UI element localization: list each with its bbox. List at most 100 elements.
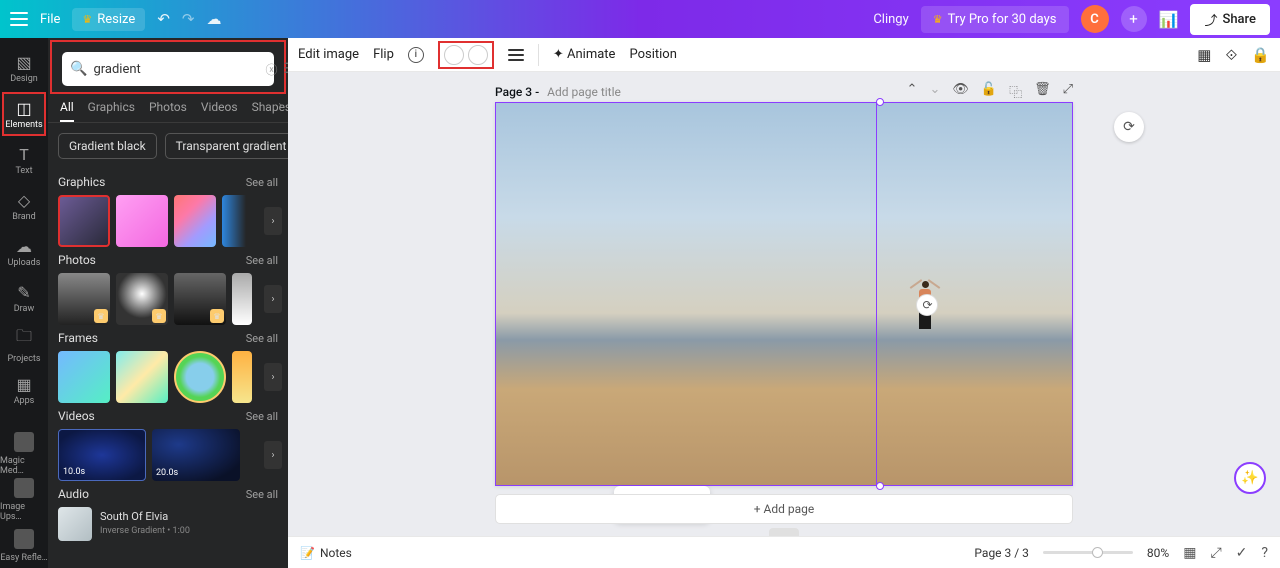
cloud-sync-icon[interactable]: ☁ xyxy=(206,10,221,28)
see-all-videos[interactable]: See all xyxy=(246,410,278,423)
delete-page-icon[interactable]: 🗑 xyxy=(1034,82,1051,101)
tab-graphics[interactable]: Graphics xyxy=(88,100,135,122)
rail-magic-media[interactable]: Magic Med… xyxy=(0,432,48,476)
undo-icon[interactable]: ↶ xyxy=(157,10,170,28)
zoom-slider[interactable] xyxy=(1043,551,1133,554)
avatar[interactable]: C xyxy=(1081,5,1109,33)
photo-thumb-4[interactable] xyxy=(232,273,252,325)
photos-next-icon[interactable]: › xyxy=(264,285,282,313)
canvas-page[interactable]: ⟳ xyxy=(495,102,1073,486)
frames-next-icon[interactable]: › xyxy=(264,363,282,391)
fullscreen-icon[interactable]: ⤢ xyxy=(1210,545,1221,561)
color-swatch-1[interactable] xyxy=(444,45,464,65)
chip-gradient-black[interactable]: Gradient black xyxy=(58,133,157,159)
frame-thumb-3[interactable] xyxy=(174,351,226,403)
see-all-frames[interactable]: See all xyxy=(246,332,278,345)
grid-view-icon[interactable]: ▦ xyxy=(1183,545,1196,561)
insights-icon[interactable]: 📊 xyxy=(1159,10,1179,29)
color-swatch-2[interactable] xyxy=(468,45,488,65)
lock-icon[interactable]: 🔒 xyxy=(1251,46,1270,64)
page-up-icon[interactable]: ⌃ xyxy=(907,82,918,101)
resize-button[interactable]: ♛Resize xyxy=(72,8,145,31)
list-icon[interactable] xyxy=(508,49,524,61)
frame-thumb-2[interactable] xyxy=(116,351,168,403)
crown-icon: ♛ xyxy=(933,13,943,26)
audio-item[interactable]: South Of Elvia Inverse Gradient • 1:00 xyxy=(58,507,278,541)
reflect-thumb-icon xyxy=(14,529,34,549)
search-input[interactable] xyxy=(93,62,259,77)
notes-button[interactable]: 📝Notes xyxy=(300,546,352,560)
see-all-audio[interactable]: See all xyxy=(246,488,278,501)
tab-photos[interactable]: Photos xyxy=(149,100,187,122)
rail-image-upscaler[interactable]: Image Ups… xyxy=(0,478,48,522)
share-button[interactable]: ⤴Share xyxy=(1190,4,1270,35)
see-all-photos[interactable]: See all xyxy=(246,254,278,267)
see-all-graphics[interactable]: See all xyxy=(246,176,278,189)
section-frames-label: Frames xyxy=(58,331,98,345)
zoom-thumb[interactable] xyxy=(1092,547,1103,558)
hide-icon[interactable]: 👁 xyxy=(952,82,969,101)
resize-handle[interactable] xyxy=(876,98,884,106)
photo-thumb-1[interactable]: ♛ xyxy=(58,273,110,325)
tab-shapes[interactable]: Shapes xyxy=(252,100,292,122)
page-drawer-handle[interactable] xyxy=(769,528,799,536)
add-page-button[interactable]: + Add page xyxy=(495,494,1073,524)
zoom-value[interactable]: 80% xyxy=(1147,546,1169,560)
rail-easy-reflections[interactable]: Easy Refle… xyxy=(0,524,48,568)
rail-apps[interactable]: ▦Apps xyxy=(0,368,48,412)
videos-next-icon[interactable]: › xyxy=(264,441,282,469)
rail-projects[interactable]: 🗀Projects xyxy=(0,322,48,366)
transparency-grid-icon[interactable]: ▦ xyxy=(1197,46,1211,64)
checkmark-icon[interactable]: ✓ xyxy=(1236,545,1248,561)
resize-handle[interactable] xyxy=(876,482,884,490)
expand-page-icon[interactable]: ⤢ xyxy=(1063,82,1073,101)
selected-image[interactable]: ⟳ xyxy=(495,102,1073,486)
graphic-thumb-3[interactable] xyxy=(174,195,216,247)
help-icon[interactable]: ? xyxy=(1261,545,1268,561)
page-down-icon[interactable]: ⌄ xyxy=(929,82,940,101)
rail-brand[interactable]: ◇Brand xyxy=(0,184,48,228)
context-toolbar: Edit image Flip i ✦ Animate Position ▦ ⟐… xyxy=(288,38,1280,72)
info-icon[interactable]: i xyxy=(408,47,424,63)
redo-icon[interactable]: ↷ xyxy=(182,10,195,28)
clear-icon[interactable]: ⓧ xyxy=(265,61,277,78)
video-thumb-1[interactable]: 10.0s xyxy=(58,429,146,481)
animate-button[interactable]: ✦ Animate xyxy=(553,47,616,62)
crown-icon: ♛ xyxy=(82,13,92,26)
flip-button[interactable]: Flip xyxy=(373,47,394,62)
chip-transparent-gradient[interactable]: Transparent gradient xyxy=(165,133,298,159)
duplicate-page-icon[interactable]: ⿻ xyxy=(1009,82,1022,101)
ai-assistant-button[interactable]: ✨ xyxy=(1234,462,1266,494)
video-thumb-2[interactable]: 20.0s xyxy=(152,429,240,481)
refresh-button[interactable]: ⟳ xyxy=(1114,112,1144,142)
graphic-thumb-1[interactable] xyxy=(58,195,110,247)
tab-all[interactable]: All xyxy=(60,100,74,122)
rail-text[interactable]: TText xyxy=(0,138,48,182)
grid-icon: ▦ xyxy=(16,375,31,394)
graphics-next-icon[interactable]: › xyxy=(264,207,282,235)
page-title-input[interactable]: Add page title xyxy=(547,85,621,99)
rail-elements[interactable]: ◫Elements xyxy=(2,92,46,136)
graphic-thumb-2[interactable] xyxy=(116,195,168,247)
tabs-next-icon[interactable]: › xyxy=(278,98,282,118)
results-scroll[interactable]: GraphicsSee all › PhotosSee all ♛ ♛ ♛ › … xyxy=(48,169,288,568)
rail-draw[interactable]: ✎Draw xyxy=(0,276,48,320)
frame-thumb-1[interactable] xyxy=(58,351,110,403)
try-pro-button[interactable]: ♛Try Pro for 30 days xyxy=(921,6,1069,33)
graphic-thumb-4[interactable] xyxy=(222,195,252,247)
page-indicator[interactable]: Page 3 / 3 xyxy=(974,546,1029,560)
position-button[interactable]: Position xyxy=(629,47,676,62)
rail-uploads[interactable]: ☁Uploads xyxy=(0,230,48,274)
edit-image-button[interactable]: Edit image xyxy=(298,47,359,62)
menu-icon[interactable] xyxy=(10,12,28,26)
photo-thumb-3[interactable]: ♛ xyxy=(174,273,226,325)
document-title[interactable]: Clingy xyxy=(873,12,908,27)
rail-design[interactable]: ▧Design xyxy=(0,46,48,90)
file-menu[interactable]: File xyxy=(40,12,60,27)
frame-thumb-4[interactable] xyxy=(232,351,252,403)
copy-style-icon[interactable]: ⟐ xyxy=(1225,46,1237,64)
invite-button[interactable]: + xyxy=(1121,6,1147,32)
lock-page-icon[interactable]: 🔓 xyxy=(981,82,997,101)
tab-videos[interactable]: Videos xyxy=(201,100,238,122)
photo-thumb-2[interactable]: ♛ xyxy=(116,273,168,325)
